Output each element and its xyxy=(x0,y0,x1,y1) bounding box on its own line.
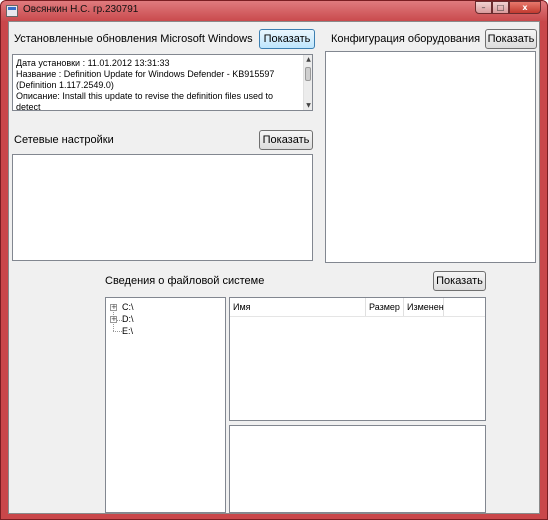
show-updates-button[interactable]: Показать xyxy=(259,29,315,49)
show-hardware-button[interactable]: Показать xyxy=(485,29,537,49)
tree-item-drive[interactable]: E:\ xyxy=(122,326,133,336)
filesystem-label: Сведения о файловой системе xyxy=(105,275,265,287)
caption-buttons: – □ x xyxy=(475,1,541,16)
updates-text: Дата установки : 11.01.2012 13:31:33 Наз… xyxy=(16,58,298,113)
network-textbox[interactable] xyxy=(12,154,313,261)
expand-icon[interactable]: + xyxy=(110,316,117,323)
updates-label: Установленные обновления Microsoft Windo… xyxy=(14,33,253,45)
tree-item-drive[interactable]: D:\ xyxy=(122,314,134,324)
listview-header: Имя Размер Изменен xyxy=(230,298,485,317)
close-button[interactable]: x xyxy=(509,1,541,14)
main-window: Овсянкин Н.С. гр.230791 – □ x Установлен… xyxy=(0,0,548,520)
column-header-name[interactable]: Имя xyxy=(230,298,366,316)
scroll-thumb[interactable] xyxy=(305,67,311,81)
column-header-size[interactable]: Размер xyxy=(366,298,404,316)
minimize-button[interactable]: – xyxy=(475,1,492,14)
update-name-line: Название : Definition Update for Windows… xyxy=(16,69,275,90)
files-listview[interactable]: Имя Размер Изменен xyxy=(229,297,486,421)
drive-tree[interactable]: + C:\ + D:\ E:\ xyxy=(105,297,226,513)
scroll-up-icon[interactable]: ▲ xyxy=(305,56,312,63)
expand-icon[interactable]: + xyxy=(110,304,117,311)
updates-scrollbar[interactable]: ▲ ▼ xyxy=(303,55,312,110)
column-header-modified[interactable]: Изменен xyxy=(404,298,444,316)
hardware-label: Конфигурация оборудования xyxy=(331,33,481,45)
install-date-line: Дата установки : 11.01.2012 13:31:33 xyxy=(16,58,170,68)
client-area: Установленные обновления Microsoft Windo… xyxy=(8,21,540,514)
scroll-down-icon[interactable]: ▼ xyxy=(305,102,312,109)
file-details-textbox[interactable] xyxy=(229,425,486,513)
app-icon xyxy=(6,5,18,17)
show-filesystem-button[interactable]: Показать xyxy=(433,271,486,291)
title-bar[interactable]: Овсянкин Н.С. гр.230791 – □ x xyxy=(1,1,547,21)
hardware-textbox[interactable] xyxy=(325,51,536,263)
updates-textbox[interactable]: Дата установки : 11.01.2012 13:31:33 Наз… xyxy=(12,54,313,113)
show-network-button[interactable]: Показать xyxy=(259,130,313,150)
network-label: Сетевые настройки xyxy=(14,134,114,146)
update-description-line: Описание: Install this update to revise … xyxy=(16,91,274,112)
window-title: Овсянкин Н.С. гр.230791 xyxy=(23,4,139,15)
maximize-button[interactable]: □ xyxy=(492,1,509,14)
tree-item-drive[interactable]: C:\ xyxy=(122,302,134,312)
tree-line xyxy=(113,331,122,332)
